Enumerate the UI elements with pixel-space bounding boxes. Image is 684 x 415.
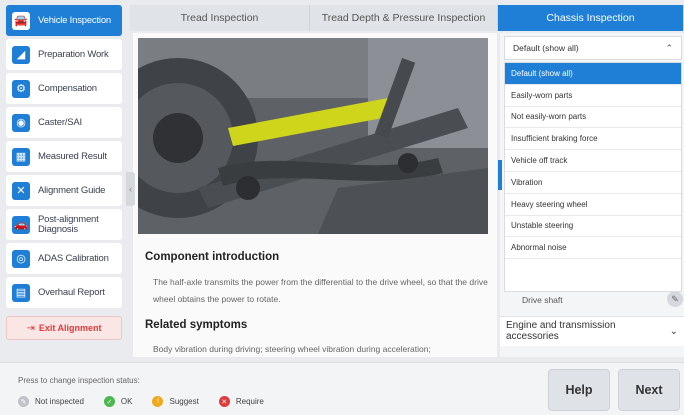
result-icon: ▦ (10, 146, 32, 168)
sidebar-item-compensation[interactable]: ⚙ Compensation (6, 73, 122, 104)
filter-option[interactable]: Easily-worn parts (505, 85, 681, 107)
sidebar-item-label: Compensation (38, 82, 97, 94)
status-hint: Press to change inspection status: (18, 376, 140, 385)
sidebar-item-adas-calibration[interactable]: ◎ ADAS Calibration (6, 243, 122, 274)
filter-selected-value: Default (show all) (513, 43, 579, 53)
legend-label: Suggest (169, 397, 199, 406)
related-symptoms-text: Body vibration during driving; steering … (153, 344, 431, 354)
exit-alignment-button[interactable]: ⇥ Exit Alignment (6, 316, 122, 340)
tab-chassis-inspection[interactable]: Chassis Inspection (498, 5, 684, 31)
compensation-icon: ⚙ (10, 78, 32, 100)
tab-bar: Tread Inspection Tread Depth & Pressure … (130, 5, 684, 31)
related-symptoms-title: Related symptoms (145, 319, 248, 331)
filter-option[interactable]: Unstable steering (505, 216, 681, 238)
cross-icon: ✕ (218, 396, 230, 407)
edit-status-button[interactable]: ✎ (667, 291, 683, 307)
legend-ok: ✓ OK (103, 396, 133, 407)
part-drive-shaft[interactable]: Drive shaft (500, 289, 684, 311)
tab-tread-inspection[interactable]: Tread Inspection (130, 5, 310, 31)
steering-wheel-icon: ◉ (10, 112, 32, 134)
document-icon: ▤ (10, 282, 32, 304)
filter-option[interactable]: Vibration (505, 172, 681, 194)
bottom-bar: Press to change inspection status: ✎ Not… (0, 362, 684, 415)
tab-tread-depth-pressure[interactable]: Tread Depth & Pressure Inspection (310, 5, 498, 31)
component-intro-text: The half-axle transmits the power from t… (153, 277, 488, 304)
sidebar-item-caster-sai[interactable]: ◉ Caster/SAI (6, 107, 122, 138)
chevron-down-icon: ⌄ (669, 326, 678, 337)
sidebar-item-overhaul-report[interactable]: ▤ Overhaul Report (6, 277, 122, 308)
filter-option[interactable]: Not easily-worn parts (505, 107, 681, 129)
sidebar-item-alignment-guide[interactable]: ✕ Alignment Guide (6, 175, 122, 206)
sidebar-item-label: Caster/SAI (38, 116, 82, 128)
lift-icon: ◢ (10, 44, 32, 66)
component-intro-title: Component introduction (145, 251, 280, 263)
chevron-left-icon: ‹ (129, 184, 132, 194)
sidebar-item-vehicle-inspection[interactable]: 🚘 Vehicle Inspection (6, 5, 122, 36)
pencil-icon: ✎ (671, 293, 679, 304)
sidebar-item-label: Vehicle Inspection (38, 14, 111, 26)
filter-option[interactable]: Insufficient braking force (505, 128, 681, 151)
sidebar-item-label: Preparation Work (38, 48, 109, 60)
sidebar-item-post-alignment-diagnosis[interactable]: 🚗 Post-alignment Diagnosis (6, 209, 122, 240)
selected-part-marker (498, 160, 502, 190)
sidebar-item-preparation-work[interactable]: ◢ Preparation Work (6, 39, 122, 70)
filter-option[interactable]: Abnormal noise (505, 237, 681, 260)
filter-option[interactable]: Default (show all) (505, 63, 681, 85)
component-photo (138, 38, 488, 234)
car-icon: 🚘 (10, 10, 32, 32)
legend-not-inspected: ✎ Not inspected (18, 396, 84, 407)
exclamation-icon: ! (152, 396, 164, 407)
legend-label: Require (235, 397, 264, 406)
legend-label: OK (120, 397, 133, 406)
sidebar-item-label: Measured Result (38, 150, 107, 162)
sidebar-item-measured-result[interactable]: ▦ Measured Result (6, 141, 122, 172)
status-legend: ✎ Not inspected ✓ OK ! Suggest ✕ Require (18, 396, 284, 407)
next-button[interactable]: Next (618, 369, 680, 411)
exit-alignment-label: Exit Alignment (38, 323, 102, 333)
filter-option[interactable]: Vehicle off track (505, 150, 681, 172)
legend-label: Not inspected (35, 397, 84, 406)
group-engine-transmission[interactable]: Engine and transmission accessories ⌄ (500, 316, 684, 346)
radar-icon: ◎ (10, 248, 32, 270)
filter-option[interactable]: Heavy steering wheel (505, 194, 681, 216)
help-button[interactable]: Help (548, 369, 610, 411)
legend-require: ✕ Require (218, 396, 264, 407)
wrench-icon: ✕ (10, 180, 32, 202)
sidebar-item-label: Alignment Guide (38, 184, 106, 196)
group-label: Engine and transmission accessories (506, 320, 616, 342)
exit-icon: ⇥ (26, 322, 35, 334)
pencil-icon: ✎ (18, 396, 29, 407)
collapse-sidebar-handle[interactable]: ‹ (126, 172, 135, 206)
legend-suggest: ! Suggest (152, 396, 199, 407)
sidebar-item-label: Post-alignment Diagnosis (38, 213, 99, 235)
sidebar-item-label: Overhaul Report (38, 286, 105, 298)
sidebar: 🚘 Vehicle Inspection ◢ Preparation Work … (0, 0, 126, 362)
filter-dropdown[interactable]: Default (show all) ⌃ (504, 36, 682, 60)
sidebar-item-label: ADAS Calibration (38, 252, 109, 264)
check-icon: ✓ (103, 396, 115, 407)
car-diagnosis-icon: 🚗 (10, 214, 32, 236)
component-detail-panel: Component introduction The half-axle tra… (133, 33, 497, 357)
chevron-up-icon: ⌃ (665, 42, 673, 53)
filter-options-list: Default (show all) Easily-worn parts Not… (504, 62, 682, 292)
